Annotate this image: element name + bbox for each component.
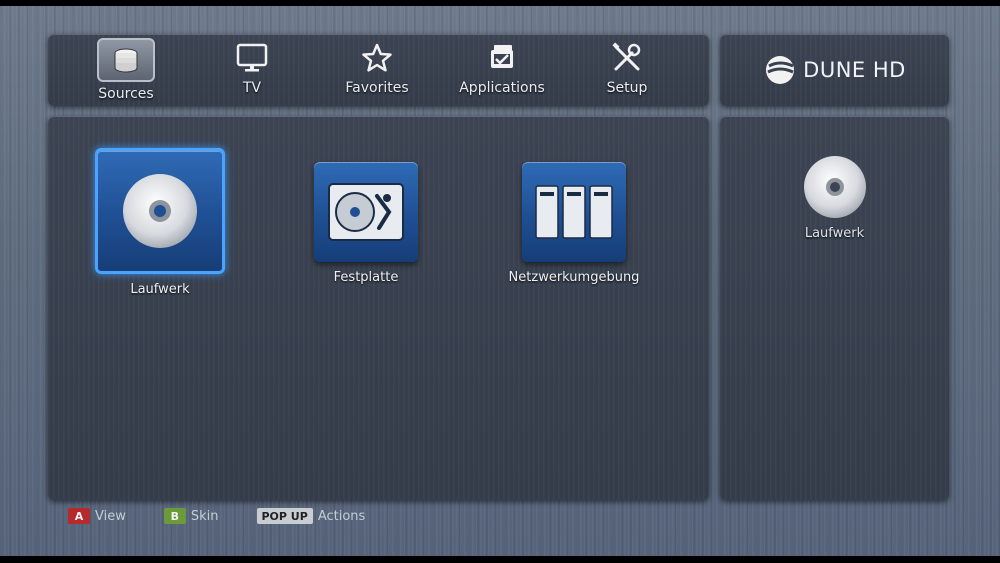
source-tile-laufwerk[interactable]: Laufwerk <box>95 148 225 297</box>
hint-label: Actions <box>317 508 366 524</box>
main-menu-bar: Sources TV Favorites Applications Setup <box>48 34 709 106</box>
tile-background <box>522 162 626 262</box>
source-label-laufwerk: Laufwerk <box>130 282 190 297</box>
sources-panel: Laufwerk Festplatte Netzwerkumgebung <box>48 116 709 500</box>
preview-item: Laufwerk <box>720 154 949 241</box>
source-label-festplatte: Festplatte <box>333 270 399 285</box>
dune-hd-logo: DUNE HD <box>720 34 949 106</box>
source-label-netzwerkumgebung: Netzwerkumgebung <box>508 270 640 285</box>
menu-label-favorites: Favorites <box>345 80 409 96</box>
network-icon <box>535 185 613 239</box>
screen: Sources TV Favorites Applications Setup … <box>0 6 1000 556</box>
menu-label-setup: Setup <box>606 80 648 96</box>
hint-skin: B Skin <box>163 508 219 524</box>
tile-background <box>95 148 225 274</box>
preview-label: Laufwerk <box>804 226 865 241</box>
key-hints-bar: A View B Skin POP UP Actions <box>68 506 403 526</box>
disc-icon <box>803 156 866 218</box>
tile-background <box>314 162 418 262</box>
logo-text: DUNE HD <box>803 58 906 82</box>
menu-item-sources[interactable]: Sources <box>76 38 176 102</box>
hard-drive-icon <box>328 183 404 241</box>
applications-icon <box>484 40 520 76</box>
menu-label-tv: TV <box>242 80 262 96</box>
hint-label: View <box>95 508 126 524</box>
source-tile-netzwerkumgebung[interactable]: Netzwerkumgebung <box>468 162 680 285</box>
menu-item-applications[interactable]: Applications <box>452 40 552 102</box>
red-key-badge: A <box>68 508 90 524</box>
disc-icon <box>123 174 197 248</box>
star-icon <box>359 40 395 76</box>
green-key-badge: B <box>163 508 186 524</box>
menu-label-applications: Applications <box>459 80 545 96</box>
menu-item-tv[interactable]: TV <box>202 40 302 102</box>
hint-label: Skin <box>190 508 219 524</box>
brand-bar: DUNE HD <box>720 34 949 106</box>
menu-label-sources: Sources <box>98 86 154 102</box>
popup-key-badge: POP UP <box>256 508 313 524</box>
hint-actions: POP UP Actions <box>256 508 366 524</box>
tv-icon <box>234 40 270 76</box>
menu-item-setup[interactable]: Setup <box>577 40 677 102</box>
database-icon <box>97 38 155 82</box>
dune-logo-icon <box>766 56 795 84</box>
menu-item-favorites[interactable]: Favorites <box>327 40 427 102</box>
source-tile-festplatte[interactable]: Festplatte <box>314 162 418 285</box>
hint-view: A View <box>68 508 126 524</box>
tools-icon <box>609 40 645 76</box>
preview-panel: Laufwerk <box>720 116 949 500</box>
